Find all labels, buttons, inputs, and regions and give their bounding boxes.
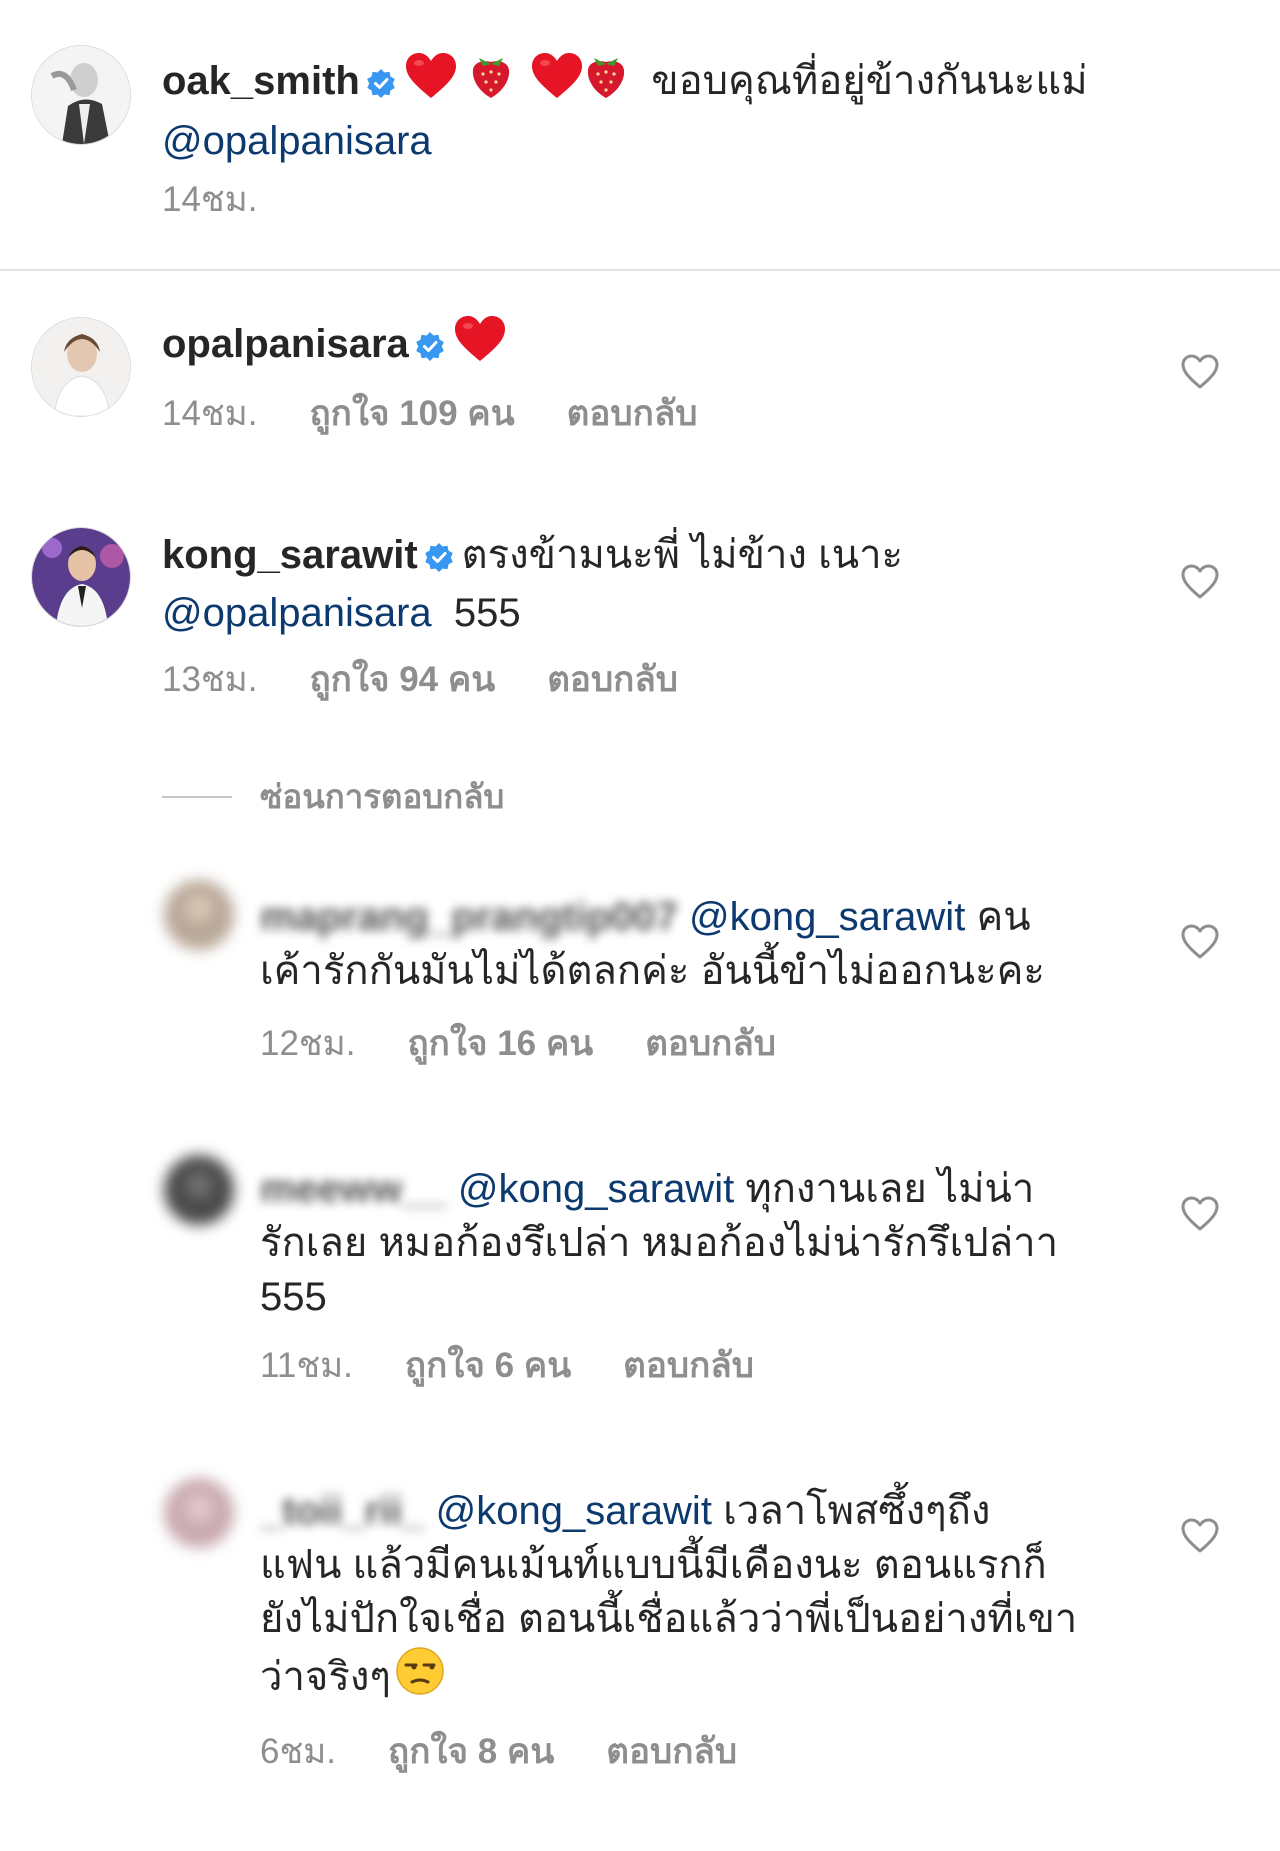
- reply-body-line3: 555: [260, 1275, 327, 1319]
- reply-username[interactable]: maprang_prangtip007: [260, 895, 678, 939]
- avatar-reply-3[interactable]: [164, 1478, 234, 1548]
- comment-mention[interactable]: @opalpanisara: [162, 591, 432, 635]
- caption-text: oak_smith ขอบคุณที่อยู่ข้างกันนะแม่ @opa…: [162, 50, 1222, 168]
- reply-body-line2: รักเลย หมอก้องรึเปล่า หมอก้องไม่น่ารักรึ…: [260, 1221, 1059, 1265]
- comment-kong-sarawit-meta: 13ชม. ถูกใจ 94 คน ตอบกลับ: [162, 660, 678, 700]
- reply-mention[interactable]: @kong_sarawit: [689, 895, 965, 939]
- caption-mention[interactable]: @opalpanisara: [162, 119, 432, 163]
- like-heart-icon[interactable]: [1180, 924, 1224, 964]
- reply-body: คน: [976, 895, 1031, 939]
- caption-username[interactable]: oak_smith: [162, 59, 360, 103]
- hide-replies-button[interactable]: ซ่อนการตอบกลับ: [162, 770, 504, 823]
- caption-divider: [0, 269, 1280, 271]
- reply-button[interactable]: ตอบกลับ: [567, 394, 698, 434]
- like-heart-icon[interactable]: [1180, 1518, 1224, 1558]
- comment-body-after: 555: [453, 591, 521, 635]
- post-caption: oak_smith ขอบคุณที่อยู่ข้างกันนะแม่ @opa…: [0, 0, 1280, 270]
- avatar-opalpanisara[interactable]: [32, 318, 130, 416]
- red-heart-emoji: [404, 52, 458, 114]
- reply-2-meta: 11ชม. ถูกใจ 6 คน ตอบกลับ: [260, 1346, 754, 1386]
- reply-timestamp: 12ชม.: [260, 1024, 356, 1063]
- caption-body: ขอบคุณที่อยู่ข้างกันนะแม่: [651, 59, 1088, 103]
- like-count[interactable]: ถูกใจ 6 คน: [405, 1346, 571, 1386]
- reply-mention[interactable]: @kong_sarawit: [436, 1489, 712, 1533]
- reply-username[interactable]: meeww__: [260, 1167, 447, 1211]
- caption-meta: 14ชม.: [162, 180, 257, 220]
- strawberry-emoji: [469, 50, 513, 114]
- reply-button[interactable]: ตอบกลับ: [623, 1346, 754, 1386]
- strawberry-emoji: [584, 50, 628, 114]
- avatar-image: [32, 46, 130, 144]
- avatar-kong-sarawit[interactable]: [32, 528, 130, 626]
- verified-badge-icon: [415, 321, 445, 375]
- comment-username[interactable]: kong_sarawit: [162, 533, 418, 577]
- like-heart-icon[interactable]: [1180, 564, 1224, 604]
- reply-username[interactable]: _toii_rii_: [260, 1489, 425, 1533]
- reply-3-meta: 6ชม. ถูกใจ 8 คน ตอบกลับ: [260, 1732, 737, 1772]
- reply-body: ทุกงานเลย ไม่น่า: [745, 1167, 1035, 1211]
- reply-button[interactable]: ตอบกลับ: [547, 660, 678, 700]
- reply-3-text: _toii_rii_ @kong_sarawit เวลาโพสซึ้งๆถึง…: [260, 1484, 1180, 1710]
- hide-replies-line: [162, 795, 232, 798]
- avatar-reply-2[interactable]: [164, 1155, 234, 1225]
- reply-mention[interactable]: @kong_sarawit: [458, 1167, 734, 1211]
- reply-timestamp: 6ชม.: [260, 1732, 337, 1771]
- avatar-reply-1[interactable]: [164, 880, 234, 950]
- verified-badge-icon: [424, 532, 454, 586]
- avatar-image: [32, 318, 130, 416]
- reply-1-text: maprang_prangtip007 @kong_sarawit คน เค้…: [260, 890, 1180, 998]
- reply-button[interactable]: ตอบกลับ: [606, 1732, 737, 1772]
- caption-timestamp: 14ชม.: [162, 180, 258, 219]
- like-count[interactable]: ถูกใจ 109 คน: [309, 394, 514, 434]
- comment-timestamp: 13ชม.: [162, 660, 258, 699]
- reply-body-line2: แฟน แล้วมีคนเม้นท์แบบนี้มีเคืองนะ ตอนแรก…: [260, 1543, 1047, 1587]
- unamused-face-emoji: [395, 1646, 445, 1710]
- like-heart-icon[interactable]: [1180, 1196, 1224, 1236]
- reply-button[interactable]: ตอบกลับ: [645, 1024, 776, 1064]
- reply-body-line3: ยังไม่ปักใจเชื่อ ตอนนี้เชื่อแล้วว่าพี่เป…: [260, 1597, 1078, 1641]
- like-heart-icon[interactable]: [1180, 354, 1224, 394]
- reply-1-meta: 12ชม. ถูกใจ 16 คน ตอบกลับ: [260, 1024, 776, 1064]
- like-count[interactable]: ถูกใจ 16 คน: [407, 1024, 593, 1064]
- avatar-oak-smith[interactable]: [32, 46, 130, 144]
- like-count[interactable]: ถูกใจ 8 คน: [388, 1732, 554, 1772]
- avatar-image: [32, 528, 130, 626]
- red-heart-emoji: [530, 52, 584, 114]
- reply-body-line4: ว่าจริงๆ: [260, 1655, 391, 1699]
- comment-body: ตรงข้ามนะพี่ ไม่ข้าง เนาะ: [461, 533, 904, 577]
- like-count[interactable]: ถูกใจ 94 คน: [309, 660, 495, 700]
- reply-body-line2: เค้ารักกันมันไม่ได้ตลกค่ะ อันนี้ขำไม่ออก…: [260, 949, 1045, 993]
- comment-kong-sarawit-text: kong_sarawit ตรงข้ามนะพี่ ไม่ข้าง เนาะ @o…: [162, 528, 1162, 640]
- comment-opalpanisara-meta: 14ชม. ถูกใจ 109 คน ตอบกลับ: [162, 394, 697, 434]
- comment-opalpanisara-text: opalpanisara: [162, 315, 1162, 377]
- red-heart-emoji: [453, 315, 507, 377]
- hide-replies-label: ซ่อนการตอบกลับ: [260, 778, 505, 815]
- comment-timestamp: 14ชม.: [162, 394, 258, 433]
- reply-body: เวลาโพสซึ้งๆถึง: [723, 1489, 991, 1533]
- comment-username[interactable]: opalpanisara: [162, 322, 409, 366]
- verified-badge-icon: [366, 58, 396, 112]
- reply-timestamp: 11ชม.: [260, 1346, 353, 1385]
- reply-2-text: meeww__ @kong_sarawit ทุกงานเลย ไม่น่า ร…: [260, 1162, 1180, 1324]
